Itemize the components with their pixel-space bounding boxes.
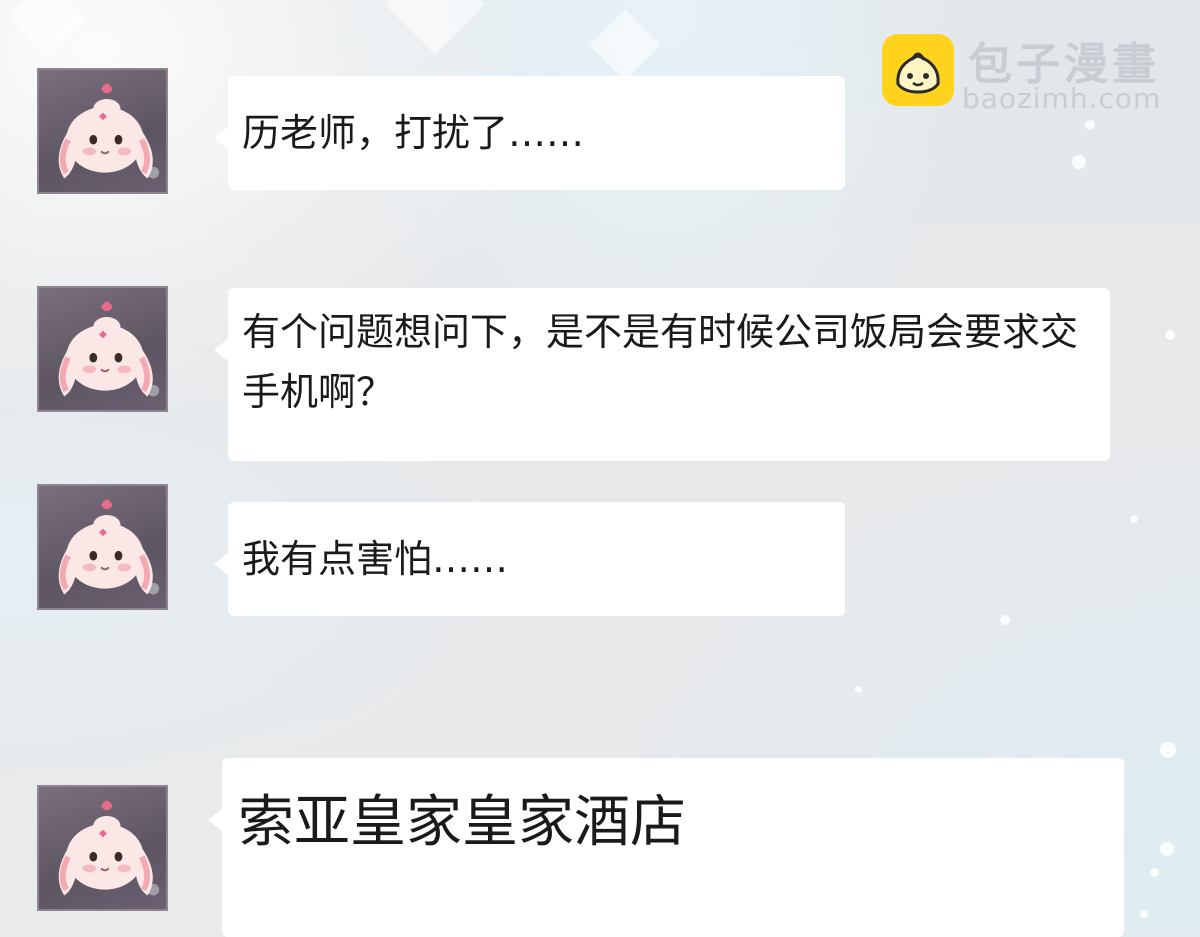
message-text: 历老师，打扰了……: [242, 111, 585, 155]
bunny-avatar: [37, 785, 168, 911]
watermark-url: baozimh.com: [962, 82, 1162, 115]
sparkle-decoration: [1085, 120, 1095, 130]
sparkle-decoration: [1072, 155, 1086, 169]
message-bubble: 索亚皇家皇家酒店: [208, 758, 1124, 937]
bunny-avatar: [37, 68, 168, 194]
sparkle-decoration: [1160, 842, 1174, 856]
message-text: 有个问题想问下，是不是有时候公司饭局会要求交手机啊？: [242, 310, 1079, 414]
bunny-avatar: [37, 286, 168, 412]
bunny-avatar: [37, 484, 168, 610]
sparkle-decoration: [1160, 742, 1176, 758]
sparkle-decoration: [1000, 615, 1010, 625]
message-bubble: 历老师，打扰了……: [214, 76, 845, 190]
sparkle-decoration: [1130, 515, 1138, 523]
sparkle-decoration: [1165, 330, 1175, 340]
message-bubble: 我有点害怕……: [214, 502, 845, 616]
sparkle-decoration: [855, 686, 862, 693]
sparkle-decoration: [1140, 910, 1148, 918]
baozi-icon: [882, 34, 954, 106]
sparkle-decoration: [1150, 868, 1159, 877]
message-text: 索亚皇家皇家酒店: [238, 790, 686, 855]
message-bubble: 有个问题想问下，是不是有时候公司饭局会要求交手机啊？: [214, 288, 1110, 461]
site-watermark: 包子漫畫 baozimh.com: [882, 34, 1172, 116]
message-text: 我有点害怕……: [242, 537, 509, 581]
